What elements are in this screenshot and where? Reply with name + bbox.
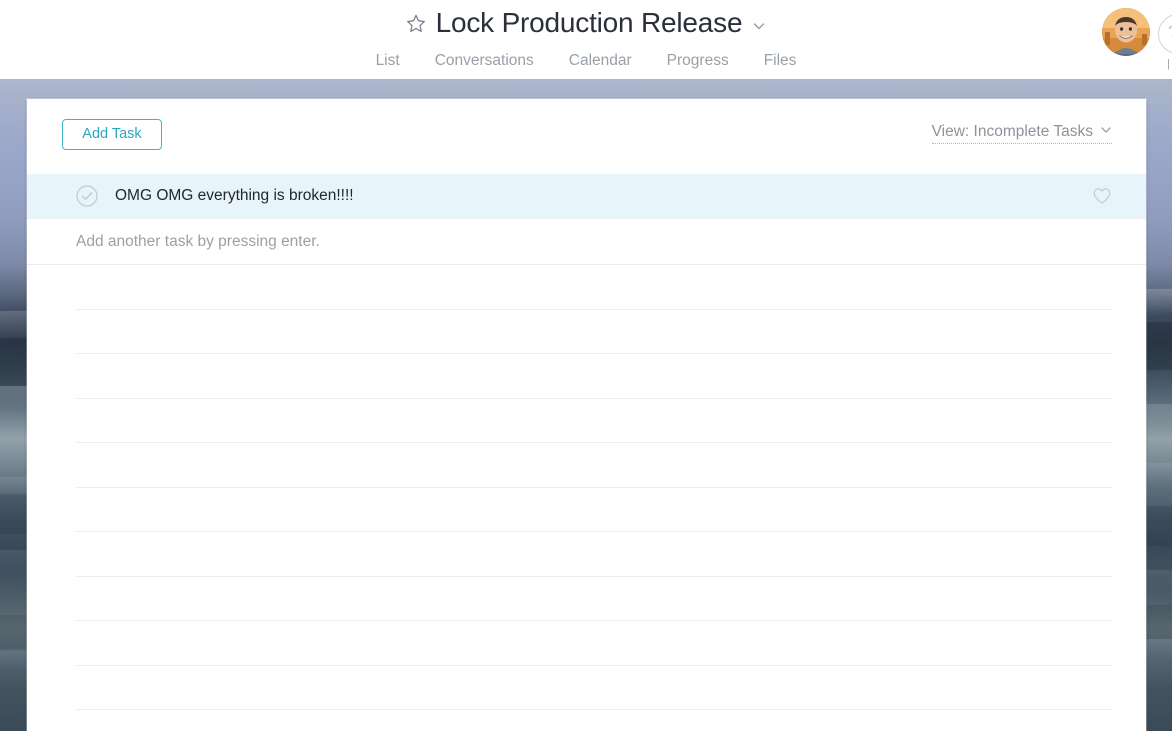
main-navigation-tabs: List Conversations Calendar Progress Fil… <box>0 48 1172 74</box>
empty-task-row[interactable] <box>76 621 1112 666</box>
view-filter-dropdown[interactable]: View: Incomplete Tasks <box>931 123 1112 144</box>
empty-rows-container <box>27 265 1146 710</box>
header-edge-label: | <box>1167 58 1170 70</box>
empty-task-row[interactable] <box>76 309 1112 354</box>
tab-list[interactable]: List <box>376 53 400 69</box>
app-header: Lock Production Release List Conversatio… <box>0 0 1172 79</box>
user-avatar[interactable] <box>1102 8 1150 56</box>
empty-task-row[interactable] <box>76 532 1112 577</box>
empty-task-row[interactable] <box>76 487 1112 532</box>
empty-task-row[interactable] <box>76 443 1112 488</box>
secondary-avatar-glyph: ? <box>1168 23 1172 40</box>
tab-calendar[interactable]: Calendar <box>569 53 632 69</box>
chevron-down-icon[interactable] <box>752 19 766 33</box>
tab-progress[interactable]: Progress <box>667 53 729 69</box>
project-title-row: Lock Production Release <box>0 4 1172 42</box>
card-toolbar: Add Task View: Incomplete Tasks <box>27 99 1146 174</box>
page-title: Lock Production Release <box>435 7 743 38</box>
task-list: OMG OMG everything is broken!!!! Add ano… <box>27 174 1146 710</box>
add-task-inline-placeholder[interactable]: Add another task by pressing enter. <box>76 234 320 250</box>
add-task-button[interactable]: Add Task <box>62 119 162 150</box>
empty-task-row[interactable] <box>76 265 1112 310</box>
empty-task-row[interactable] <box>76 354 1112 399</box>
empty-task-row[interactable] <box>76 576 1112 621</box>
view-filter-label: View: Incomplete Tasks <box>931 123 1093 140</box>
tab-files[interactable]: Files <box>764 53 797 69</box>
star-outline-icon[interactable] <box>406 13 426 33</box>
task-list-card: Add Task View: Incomplete Tasks OMG OMG … <box>27 99 1146 731</box>
task-title[interactable]: OMG OMG everything is broken!!!! <box>115 188 1092 204</box>
add-task-inline-row[interactable]: Add another task by pressing enter. <box>27 219 1146 265</box>
chevron-down-icon <box>1100 123 1112 135</box>
tab-conversations[interactable]: Conversations <box>435 53 534 69</box>
check-circle-icon[interactable] <box>76 185 98 207</box>
empty-task-row[interactable] <box>76 398 1112 443</box>
empty-task-row[interactable] <box>76 665 1112 710</box>
table-row[interactable]: OMG OMG everything is broken!!!! <box>27 174 1146 219</box>
heart-outline-icon[interactable] <box>1092 186 1112 206</box>
